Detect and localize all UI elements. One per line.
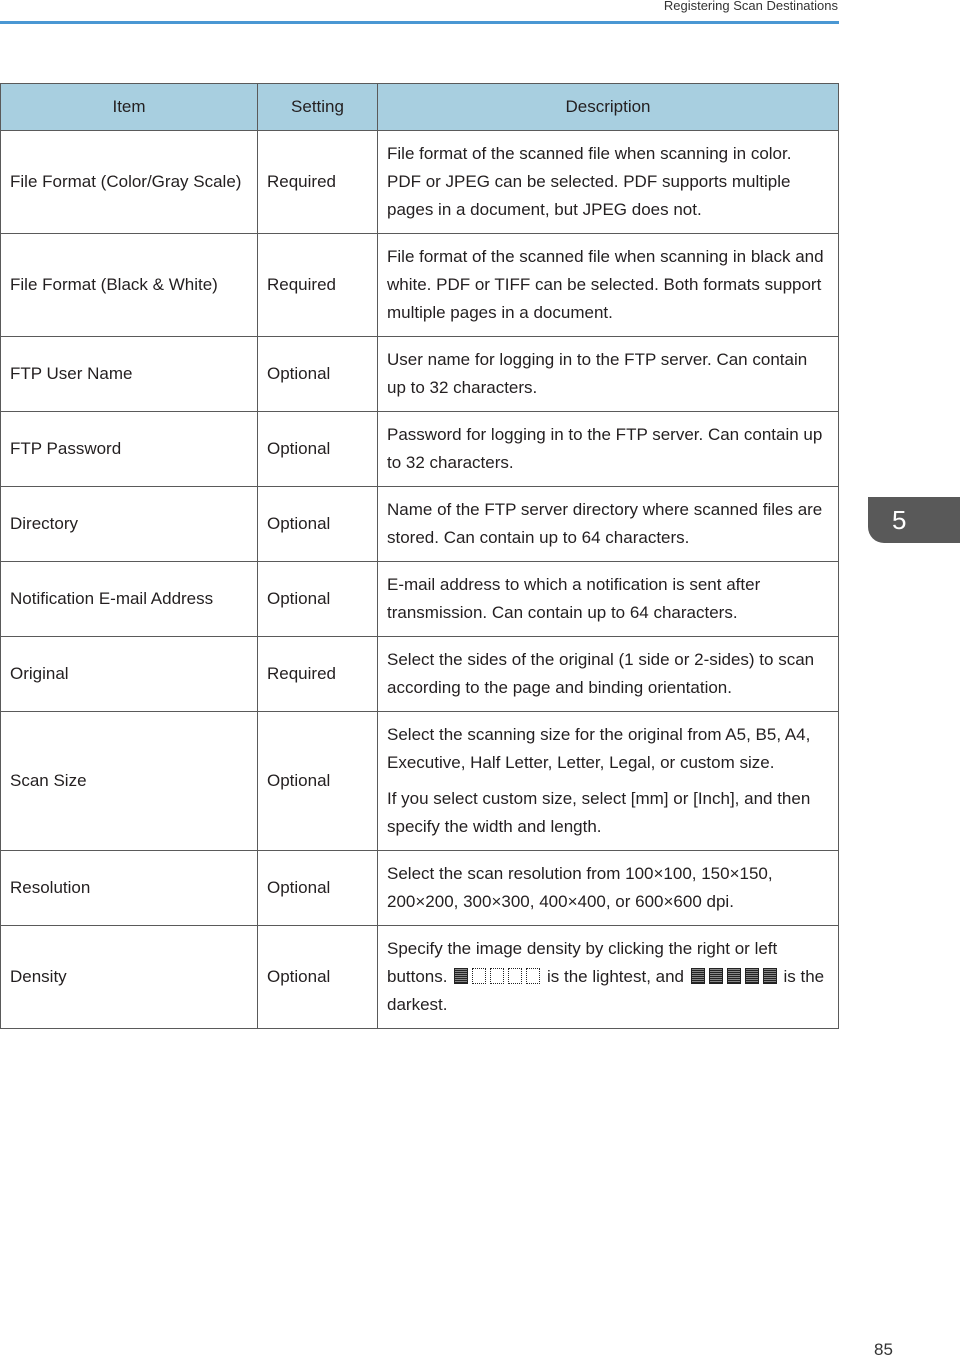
description-cell: Specify the image density by clicking th… — [377, 925, 839, 1029]
table-row: Resolution Optional Select the scan reso… — [0, 850, 839, 926]
density-filled-box-icon — [744, 968, 759, 984]
table-row: Original Required Select the sides of th… — [0, 636, 839, 712]
description-text: File format of the scanned file when sca… — [387, 144, 792, 219]
table-row: File Format (Black & White) Required Fil… — [0, 233, 839, 337]
description-cell: File format of the scanned file when sca… — [377, 233, 839, 337]
density-empty-box-icon — [490, 968, 505, 984]
description-cell: File format of the scanned file when sca… — [377, 130, 839, 234]
description-text: If you select custom size, select [mm] o… — [387, 789, 811, 836]
description-cell: Select the scanning size for the origina… — [377, 711, 839, 851]
item-cell: Notification E-mail Address — [0, 561, 258, 637]
table-row: FTP User Name Optional User name for log… — [0, 336, 839, 412]
description-cell: Select the sides of the original (1 side… — [377, 636, 839, 712]
table-header-row: Item Setting Description — [0, 83, 839, 131]
table-row: File Format (Color/Gray Scale) Required … — [0, 130, 839, 234]
description-text: E-mail address to which a notification i… — [387, 575, 761, 622]
density-filled-box-icon — [690, 968, 705, 984]
description-cell: Name of the FTP server directory where s… — [377, 486, 839, 562]
setting-cell: Optional — [257, 925, 378, 1029]
setting-cell: Required — [257, 130, 378, 234]
item-cell: Original — [0, 636, 258, 712]
table-row: Scan Size Optional Select the scanning s… — [0, 711, 839, 851]
setting-cell: Required — [257, 636, 378, 712]
chapter-tab: 5 — [868, 497, 960, 543]
density-darkest-indicator — [690, 968, 777, 984]
density-empty-box-icon — [526, 968, 541, 984]
description-text: Select the sides of the original (1 side… — [387, 650, 815, 697]
item-cell: FTP Password — [0, 411, 258, 487]
item-cell: File Format (Black & White) — [0, 233, 258, 337]
setting-cell: Optional — [257, 850, 378, 926]
description-cell: E-mail address to which a notification i… — [377, 561, 839, 637]
page-number: 85 — [874, 1340, 893, 1359]
running-header: Registering Scan Destinations — [663, 0, 838, 13]
column-header-description: Description — [377, 83, 839, 131]
density-filled-box-icon — [762, 968, 777, 984]
table-row: Directory Optional Name of the FTP serve… — [0, 486, 839, 562]
item-cell: FTP User Name — [0, 336, 258, 412]
table-row: Density Optional Specify the image densi… — [0, 925, 839, 1029]
description-text: Select the scan resolution from 100×100,… — [387, 864, 773, 911]
description-cell: Password for logging in to the FTP serve… — [377, 411, 839, 487]
density-filled-box-icon — [708, 968, 723, 984]
item-cell: Resolution — [0, 850, 258, 926]
setting-cell: Optional — [257, 486, 378, 562]
setting-cell: Optional — [257, 411, 378, 487]
table-row: Notification E-mail Address Optional E-m… — [0, 561, 839, 637]
item-cell: Directory — [0, 486, 258, 562]
setting-cell: Optional — [257, 336, 378, 412]
item-cell: Density — [0, 925, 258, 1029]
item-cell: Scan Size — [0, 711, 258, 851]
density-filled-box-icon — [726, 968, 741, 984]
settings-table: Item Setting Description File Format (Co… — [0, 83, 839, 1029]
description-text: Select the scanning size for the origina… — [387, 725, 811, 772]
description-text: File format of the scanned file when sca… — [387, 247, 824, 322]
density-filled-box-icon — [454, 968, 469, 984]
description-cell: User name for logging in to the FTP serv… — [377, 336, 839, 412]
item-cell: File Format (Color/Gray Scale) — [0, 130, 258, 234]
column-header-setting: Setting — [257, 83, 378, 131]
density-empty-box-icon — [472, 968, 487, 984]
density-lightest-indicator — [454, 968, 541, 984]
header-rule — [0, 21, 839, 24]
column-header-item: Item — [0, 83, 258, 131]
table-row: FTP Password Optional Password for loggi… — [0, 411, 839, 487]
description-text: User name for logging in to the FTP serv… — [387, 350, 808, 397]
density-empty-box-icon — [508, 968, 523, 984]
setting-cell: Required — [257, 233, 378, 337]
density-description: Specify the image density by clicking th… — [387, 935, 830, 1019]
description-cell: Select the scan resolution from 100×100,… — [377, 850, 839, 926]
description-text: Name of the FTP server directory where s… — [387, 500, 823, 547]
setting-cell: Optional — [257, 711, 378, 851]
chapter-number: 5 — [892, 504, 907, 535]
description-text: Password for logging in to the FTP serve… — [387, 425, 823, 472]
setting-cell: Optional — [257, 561, 378, 637]
density-text-middle: is the lightest, and — [546, 967, 684, 986]
